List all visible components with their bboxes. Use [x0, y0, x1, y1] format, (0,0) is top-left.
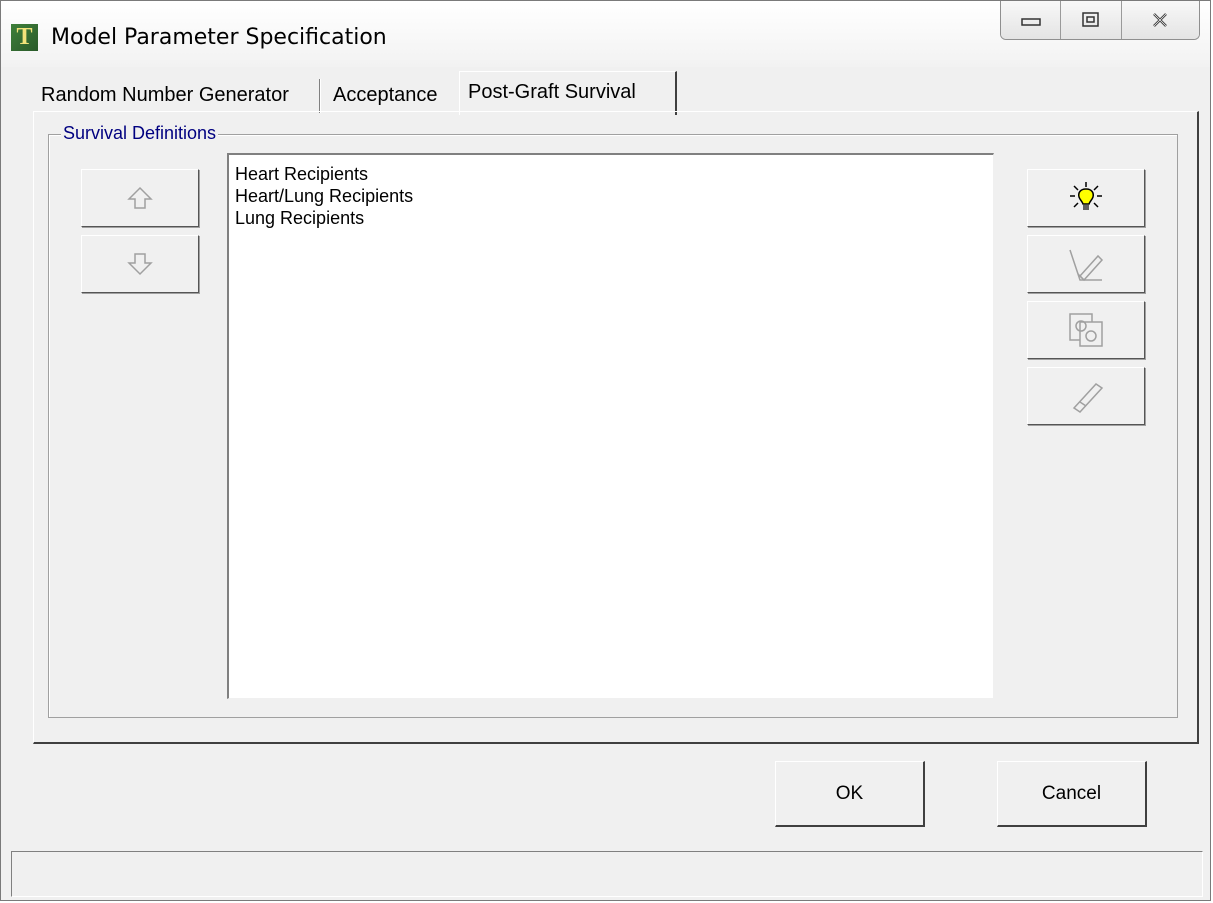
close-icon [1153, 13, 1168, 27]
delete-icon [1072, 383, 1104, 413]
title-bar[interactable]: T Model Parameter Specification [1, 1, 1210, 67]
caption-buttons [1000, 1, 1200, 40]
minimize-icon [1020, 18, 1041, 26]
edit-definition-button[interactable] [1027, 235, 1145, 293]
lightbulb-icon [1070, 182, 1102, 210]
move-up-button[interactable] [81, 169, 199, 227]
list-item[interactable]: Heart Recipients [235, 163, 987, 185]
copy-gears-icon [1069, 313, 1103, 347]
status-bar [11, 851, 1203, 897]
ok-button[interactable]: OK [775, 761, 925, 827]
tab-panel-post-graft-survival: Survival Definitions Heart Recipients He… [33, 111, 1199, 744]
window-title: Model Parameter Specification [51, 25, 387, 50]
app-icon[interactable]: T [11, 24, 38, 51]
tab-post-graft-survival[interactable]: Post-Graft Survival [459, 71, 677, 115]
close-button[interactable] [1121, 1, 1199, 39]
edit-pencil-icon [1069, 249, 1104, 282]
maximize-button[interactable] [1061, 1, 1122, 39]
tab-acceptance[interactable]: Acceptance [325, 77, 455, 113]
group-legend: Survival Definitions [61, 123, 219, 144]
tab-separator [319, 79, 321, 113]
cancel-button[interactable]: Cancel [997, 761, 1147, 827]
new-definition-button[interactable] [1027, 169, 1145, 227]
minimize-button[interactable] [1001, 1, 1062, 39]
restore-icon [1082, 12, 1099, 27]
tab-random-number-generator[interactable]: Random Number Generator [35, 77, 319, 113]
arrow-up-icon [127, 186, 153, 209]
survival-definitions-list[interactable]: Heart Recipients Heart/Lung Recipients L… [227, 153, 994, 699]
survival-definitions-group: Survival Definitions Heart Recipients He… [48, 123, 1178, 718]
list-item[interactable]: Heart/Lung Recipients [235, 185, 987, 207]
list-item[interactable]: Lung Recipients [235, 207, 987, 229]
copy-definition-button[interactable] [1027, 301, 1145, 359]
move-down-button[interactable] [81, 235, 199, 293]
dialog-window: T Model Parameter Specification Random N… [0, 0, 1211, 901]
delete-definition-button[interactable] [1027, 367, 1145, 425]
arrow-down-icon [127, 253, 153, 276]
